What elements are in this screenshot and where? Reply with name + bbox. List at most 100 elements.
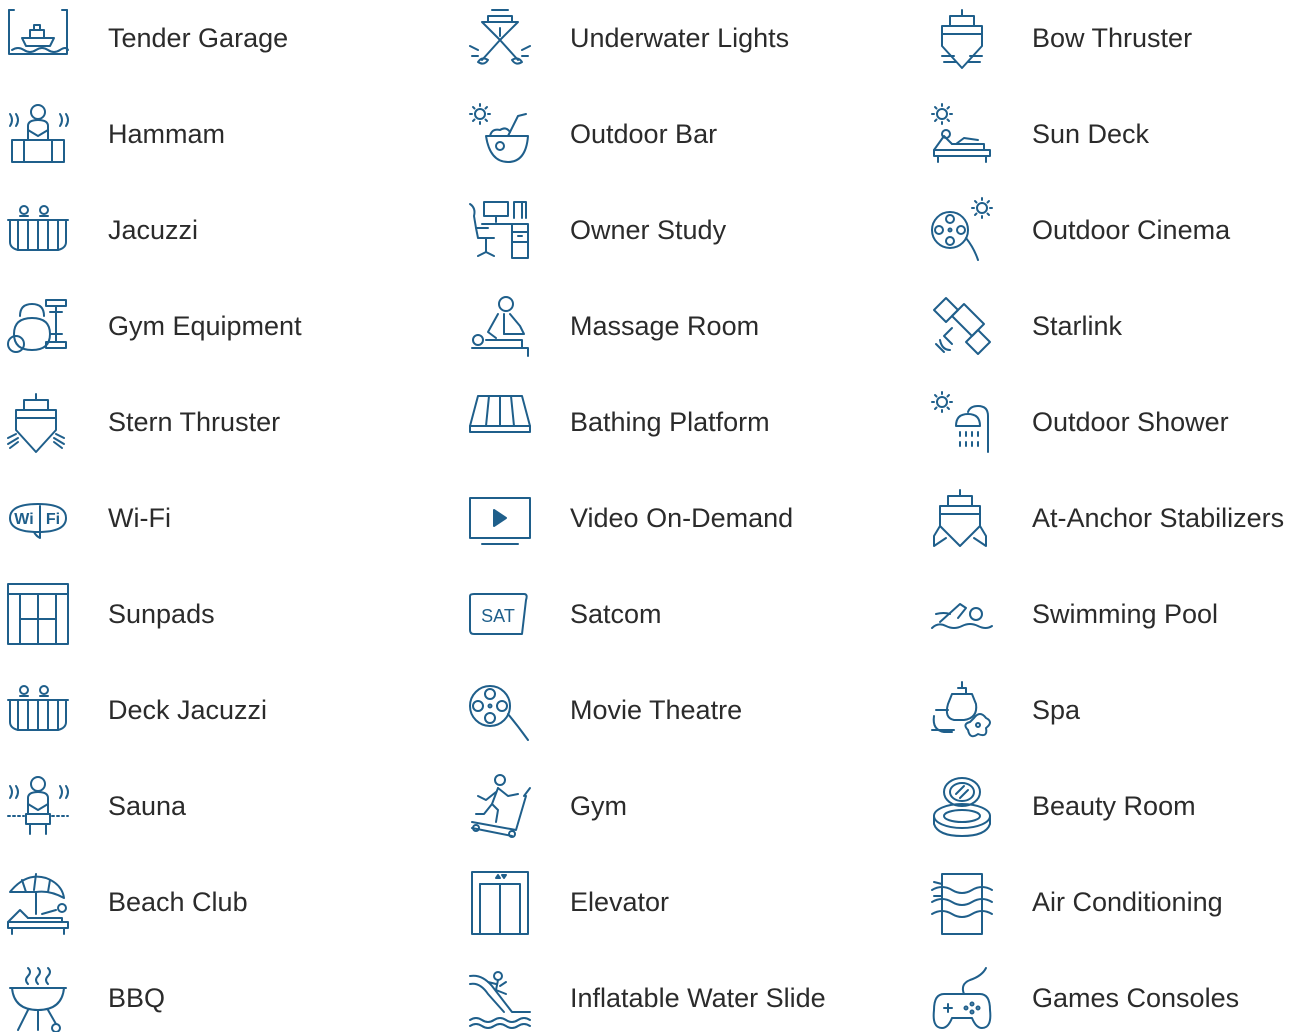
amenity-label: Owner Study xyxy=(570,214,727,245)
hammam-icon xyxy=(6,102,70,166)
amenity-games-consoles: Games Consoles xyxy=(930,966,1239,1030)
amenity-air-conditioning: Air Conditioning xyxy=(930,870,1223,935)
amenity-hammam: Hammam xyxy=(6,102,225,166)
amenity-outdoor-cinema: Outdoor Cinema xyxy=(930,197,1231,262)
gym-icon xyxy=(468,774,532,838)
amenity-elevator: Elevator xyxy=(468,870,670,935)
amenity-bathing-platform: Bathing Platform xyxy=(468,390,770,454)
amenity-movie-theatre: Movie Theatre xyxy=(468,678,742,742)
amenity-label: BBQ xyxy=(108,982,166,1013)
bathing-platform-icon xyxy=(468,390,532,454)
amenity-owner-study: Owner Study xyxy=(468,198,726,262)
amenity-label: Gym Equipment xyxy=(108,310,302,341)
amenity-beauty-room: Beauty Room xyxy=(930,774,1196,838)
amenity-label: Sun Deck xyxy=(1032,118,1150,149)
amenity-satcom: SAT Satcom xyxy=(468,582,662,646)
amenity-label: Underwater Lights xyxy=(570,22,790,53)
amenity-label: Air Conditioning xyxy=(1032,886,1223,917)
massage-room-icon xyxy=(468,294,532,358)
amenity-label: Starlink xyxy=(1032,310,1123,341)
amenity-spa: Spa xyxy=(930,678,1080,742)
amenity-label: Sunpads xyxy=(108,598,215,629)
amenity-at-anchor-stabilizers: At-Anchor Stabilizers xyxy=(930,486,1284,550)
amenity-label: Bow Thruster xyxy=(1032,22,1193,53)
amenity-sauna: Sauna xyxy=(6,774,186,838)
amenity-gym-equipment: Gym Equipment xyxy=(6,294,302,358)
amenity-label: Inflatable Water Slide xyxy=(570,982,826,1013)
amenity-wifi: Wi Fi Wi-Fi xyxy=(6,486,171,550)
amenity-label: Massage Room xyxy=(570,310,760,341)
amenity-label: Deck Jacuzzi xyxy=(108,694,268,725)
amenity-label: At-Anchor Stabilizers xyxy=(1032,502,1285,533)
amenity-starlink: Starlink xyxy=(930,294,1122,358)
underwater-lights-icon xyxy=(468,6,532,70)
amenity-label: Stern Thruster xyxy=(108,406,281,437)
amenity-jacuzzi: Jacuzzi xyxy=(6,198,198,262)
amenity-label: Beauty Room xyxy=(1032,790,1196,821)
amenity-deck-jacuzzi: Deck Jacuzzi xyxy=(6,678,267,742)
amenity-swimming-pool: Swimming Pool xyxy=(930,582,1218,646)
wifi-icon: Wi Fi xyxy=(6,486,70,550)
elevator-icon xyxy=(468,870,532,935)
amenity-label: Tender Garage xyxy=(108,22,289,53)
amenity-label: Wi-Fi xyxy=(108,502,171,533)
amenity-label: Gym xyxy=(570,790,627,821)
deck-jacuzzi-icon xyxy=(6,678,70,742)
jacuzzi-icon xyxy=(6,198,70,262)
starlink-icon xyxy=(930,294,994,358)
amenity-outdoor-shower: Outdoor Shower xyxy=(930,390,1229,454)
amenity-bbq: BBQ xyxy=(6,966,166,1032)
amenity-label: Outdoor Bar xyxy=(570,118,718,149)
bbq-icon xyxy=(6,966,70,1032)
swimming-pool-icon xyxy=(930,582,994,646)
amenity-label: Spa xyxy=(1032,694,1081,725)
beauty-room-icon xyxy=(930,774,994,838)
owner-study-icon xyxy=(468,198,532,262)
amenity-label: Games Consoles xyxy=(1032,982,1240,1013)
outdoor-bar-icon xyxy=(468,102,532,166)
sauna-icon xyxy=(6,774,70,838)
amenity-label: Elevator xyxy=(570,886,670,917)
air-conditioning-icon xyxy=(930,870,994,935)
outdoor-shower-icon xyxy=(930,390,994,454)
gym-equipment-icon xyxy=(6,294,70,358)
amenity-label: Outdoor Cinema xyxy=(1032,214,1231,245)
amenity-label: Outdoor Shower xyxy=(1032,406,1229,437)
satcom-icon-text: SAT xyxy=(481,606,515,626)
tender-garage-icon xyxy=(6,6,70,70)
amenity-label: Sauna xyxy=(108,790,187,821)
outdoor-cinema-icon xyxy=(930,197,994,262)
amenity-sun-deck: Sun Deck xyxy=(930,102,1149,166)
amenity-massage-room: Massage Room xyxy=(468,294,759,358)
video-on-demand-icon xyxy=(468,486,532,550)
amenities-grid: Tender Garage Underwater Lights Bow Thru… xyxy=(0,0,1302,1032)
amenity-label: Bathing Platform xyxy=(570,406,770,437)
amenity-label: Swimming Pool xyxy=(1032,598,1219,629)
amenity-label: Video On-Demand xyxy=(570,502,794,533)
wifi-icon-text-fi: Fi xyxy=(46,511,60,528)
wifi-icon-text-wi: Wi xyxy=(14,511,33,528)
amenity-beach-club: Beach Club xyxy=(6,870,248,935)
bow-thruster-icon xyxy=(930,6,994,70)
sunpads-icon xyxy=(6,582,70,646)
at-anchor-stabilizers-icon xyxy=(930,486,994,550)
amenity-stern-thruster: Stern Thruster xyxy=(6,390,280,454)
spa-icon xyxy=(930,678,994,742)
games-consoles-icon xyxy=(930,966,994,1030)
satcom-icon: SAT xyxy=(468,582,532,646)
movie-theatre-icon xyxy=(468,678,532,742)
amenity-label: Hammam xyxy=(108,118,226,149)
amenity-inflatable-water-slide: Inflatable Water Slide xyxy=(468,966,826,1030)
amenity-underwater-lights: Underwater Lights xyxy=(468,6,789,70)
inflatable-water-slide-icon xyxy=(468,966,532,1030)
amenity-label: Movie Theatre xyxy=(570,694,743,725)
amenity-outdoor-bar: Outdoor Bar xyxy=(468,102,717,166)
amenity-label: Beach Club xyxy=(108,886,248,917)
amenity-label: Satcom xyxy=(570,598,662,629)
sun-deck-icon xyxy=(930,102,994,166)
amenity-video-on-demand: Video On-Demand xyxy=(468,486,793,550)
stern-thruster-icon xyxy=(6,390,70,454)
amenity-tender-garage: Tender Garage xyxy=(6,6,288,70)
amenity-gym: Gym xyxy=(468,774,627,838)
amenity-bow-thruster: Bow Thruster xyxy=(930,6,1192,70)
